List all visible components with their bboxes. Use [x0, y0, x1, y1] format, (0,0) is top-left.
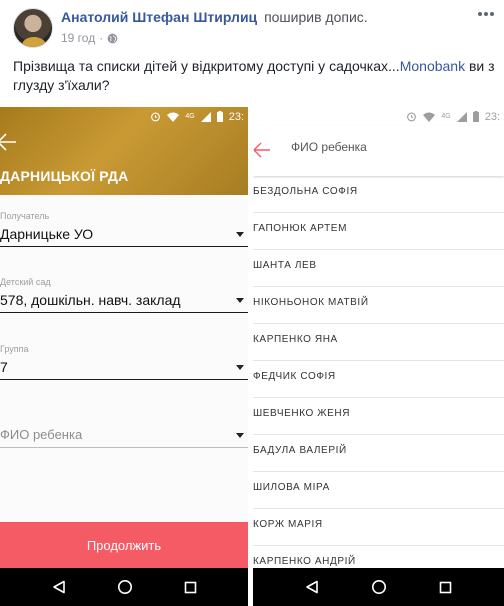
- back-arrow-icon[interactable]: [253, 141, 271, 159]
- chevron-down-icon: [236, 433, 244, 438]
- network-label: 4G: [441, 113, 451, 120]
- recipient-value: Дарницьке УО: [0, 226, 94, 242]
- child-name: КАРПЕНКО АНДРІЙ: [253, 556, 356, 567]
- left-screenshot[interactable]: 4G 23: ДАРНИЦЬКОЇ РДА Получатель Дарниць…: [0, 107, 248, 606]
- home-circle-icon[interactable]: [117, 579, 133, 595]
- monobank-link[interactable]: Monobank: [400, 58, 465, 74]
- back-triangle-icon[interactable]: [52, 580, 66, 594]
- list-item[interactable]: ШЕВЧЕНКО ЖЕНЯ: [253, 398, 504, 435]
- chevron-down-icon: [236, 298, 244, 303]
- child-name: КАРПЕНКО ЯНА: [253, 334, 338, 345]
- field-underline: [0, 246, 248, 247]
- network-label: 4G: [185, 113, 195, 120]
- list-item[interactable]: ШАНТА ЛЕВ: [253, 250, 504, 287]
- globe-icon: [107, 33, 118, 43]
- alarm-icon: [151, 112, 161, 122]
- child-name: БАДУЛА ВАЛЕРІЙ: [253, 445, 347, 456]
- status-time: 23:: [228, 110, 244, 123]
- author-name[interactable]: Анатолий Штефан Штирлиц: [61, 9, 257, 25]
- list-item[interactable]: ГАПОНЮК АРТЕМ: [253, 213, 504, 250]
- post-time[interactable]: 19 год: [61, 31, 95, 45]
- post-text-before: Прізвища та списки дітей у відкритому до…: [13, 58, 400, 74]
- recipient-label: Получатель: [0, 211, 50, 221]
- recents-square-icon[interactable]: [439, 581, 452, 594]
- status-bar: 4G 23:: [253, 107, 504, 126]
- group-field[interactable]: Группа 7: [0, 344, 248, 384]
- group-label: Группа: [0, 344, 29, 354]
- author-line: Анатолий Штефан Штирлиц поширив допис.: [61, 9, 368, 25]
- back-triangle-icon[interactable]: [305, 580, 319, 594]
- list-item[interactable]: КОРЖ МАРІЯ: [253, 509, 504, 546]
- list-item[interactable]: НІКОНЬОНОК МАТВІЙ: [253, 287, 504, 324]
- chevron-down-icon: [236, 232, 244, 237]
- list-item[interactable]: БЕЗДОЛЬНА СОФІЯ: [253, 176, 504, 213]
- field-underline: [0, 312, 248, 313]
- child-name: ГАПОНЮК АРТЕМ: [253, 223, 347, 234]
- chevron-down-icon: [236, 365, 244, 370]
- post-meta: 19 год ·: [61, 31, 118, 45]
- status-time: 23:: [484, 110, 500, 123]
- field-underline: [0, 447, 248, 448]
- group-value: 7: [0, 359, 8, 375]
- kindergarten-value: 578, дошкільн. навч. заклад: [0, 292, 181, 308]
- signal-icon: [456, 111, 467, 122]
- android-nav-bar: [0, 568, 248, 606]
- android-nav-bar: [253, 568, 504, 606]
- child-name: БЕЗДОЛЬНА СОФІЯ: [253, 186, 358, 197]
- organization-title: ДАРНИЦЬКОЇ РДА: [0, 168, 129, 184]
- child-name-field[interactable]: ФИО ребенка: [0, 412, 248, 452]
- more-icon[interactable]: [476, 9, 496, 19]
- list-header: ФИО ребенка: [253, 126, 504, 176]
- child-name: КОРЖ МАРІЯ: [253, 519, 323, 530]
- back-arrow-icon[interactable]: [0, 133, 18, 151]
- right-screenshot[interactable]: 4G 23: ФИО ребенка БЕЗДОЛЬНА СОФІЯ ГАПОНЮ…: [253, 107, 504, 606]
- list-title: ФИО ребенка: [291, 140, 367, 154]
- child-name: ШЕВЧЕНКО ЖЕНЯ: [253, 408, 351, 419]
- child-name: ШИЛОВА МІРА: [253, 482, 330, 493]
- battery-icon: [472, 111, 479, 122]
- kindergarten-field[interactable]: Детский сад 578, дошкільн. навч. заклад: [0, 277, 248, 317]
- post-text: Прізвища та списки дітей у відкритому до…: [13, 57, 497, 95]
- child-name: ФЕДЧИК СОФІЯ: [253, 371, 336, 382]
- avatar[interactable]: [13, 8, 53, 48]
- list-item[interactable]: ШИЛОВА МІРА: [253, 472, 504, 509]
- battery-icon: [216, 111, 223, 122]
- recents-square-icon[interactable]: [184, 581, 197, 594]
- post-header: Анатолий Штефан Штирлиц поширив допис. 1…: [0, 0, 504, 54]
- meta-separator: ·: [99, 31, 104, 45]
- field-underline: [0, 379, 248, 380]
- list-item[interactable]: БАДУЛА ВАЛЕРІЙ: [253, 435, 504, 472]
- kindergarten-label: Детский сад: [0, 277, 51, 287]
- child-name: ШАНТА ЛЕВ: [253, 260, 317, 271]
- author-action: поширив допис.: [264, 9, 368, 25]
- alarm-icon: [407, 112, 417, 122]
- recipient-field[interactable]: Получатель Дарницьке УО: [0, 211, 248, 251]
- list-item[interactable]: КАРПЕНКО ЯНА: [253, 324, 504, 361]
- wifi-icon: [423, 112, 436, 122]
- wifi-icon: [167, 112, 180, 122]
- child-name-placeholder: ФИО ребенка: [0, 427, 83, 442]
- signal-icon: [200, 111, 211, 122]
- list-item[interactable]: ФЕДЧИК СОФІЯ: [253, 361, 504, 398]
- continue-button[interactable]: Продолжить: [0, 522, 248, 568]
- status-bar: 4G 23:: [0, 107, 248, 126]
- home-circle-icon[interactable]: [371, 579, 387, 595]
- child-name: НІКОНЬОНОК МАТВІЙ: [253, 297, 369, 308]
